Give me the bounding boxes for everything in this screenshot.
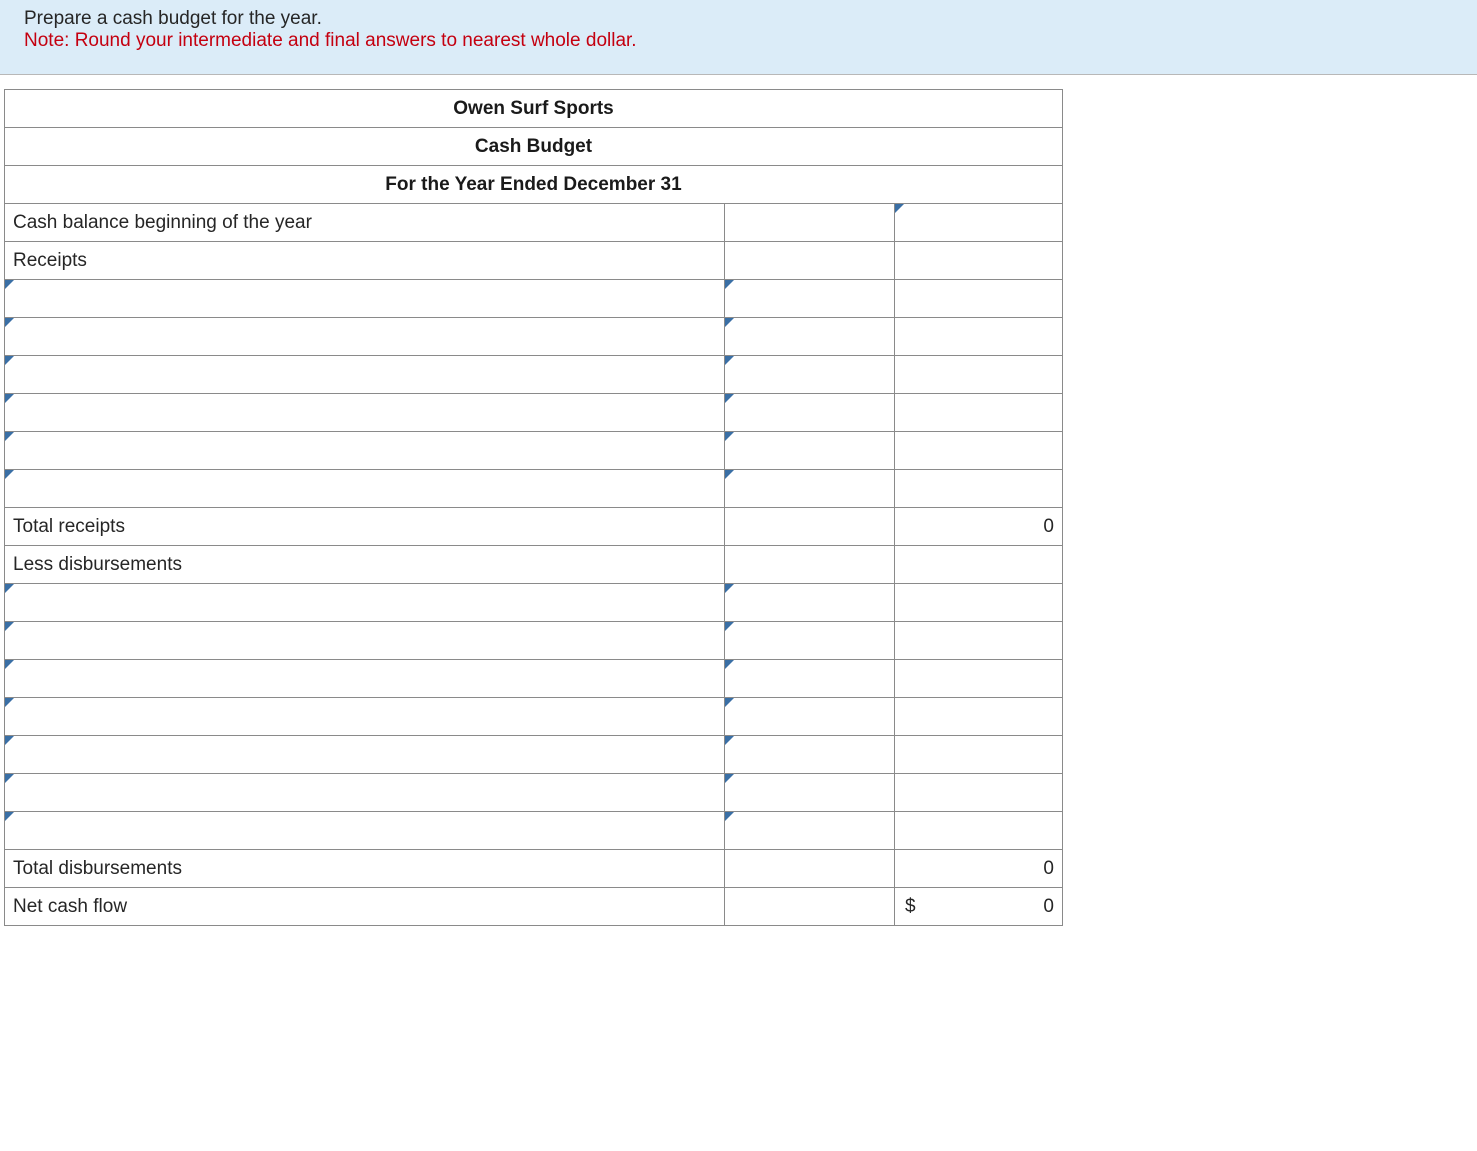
input-disb-amt-1[interactable] [725,584,895,622]
cell-blank [725,850,895,888]
instructions-panel: Prepare a cash budget for the year. Note… [0,0,1477,75]
cell-blank [895,660,1063,698]
value-total-disbursements: 0 [895,850,1063,888]
input-disb-amt-6[interactable] [725,774,895,812]
value-net-cash-flow-number: 0 [1043,896,1054,917]
input-receipt-desc-5[interactable] [5,432,725,470]
input-disb-desc-6[interactable] [5,774,725,812]
header-period: For the Year Ended December 31 [5,166,1063,204]
input-cash-balance-beginning[interactable] [895,204,1063,242]
input-disb-amt-7[interactable] [725,812,895,850]
input-disb-amt-4[interactable] [725,698,895,736]
cell-blank [725,204,895,242]
cell-blank [895,736,1063,774]
input-receipt-amt-6[interactable] [725,470,895,508]
cell-blank [895,394,1063,432]
cell-blank [895,812,1063,850]
value-net-cash-flow: $ 0 [895,888,1063,926]
row-cash-balance-beginning: Cash balance beginning of the year [5,204,725,242]
row-total-disbursements: Total disbursements [5,850,725,888]
header-company: Owen Surf Sports [5,90,1063,128]
input-receipt-amt-2[interactable] [725,318,895,356]
cell-blank [895,470,1063,508]
input-disb-amt-2[interactable] [725,622,895,660]
cell-blank [895,318,1063,356]
cell-blank [725,508,895,546]
input-receipt-desc-4[interactable] [5,394,725,432]
input-disb-desc-4[interactable] [5,698,725,736]
instruction-line-2: Note: Round your intermediate and final … [24,30,1465,52]
cell-blank [725,242,895,280]
input-disb-desc-2[interactable] [5,622,725,660]
cell-blank [895,242,1063,280]
cell-blank [725,888,895,926]
cell-blank [895,280,1063,318]
value-total-receipts: 0 [895,508,1063,546]
row-less-disbursements: Less disbursements [5,546,725,584]
cash-budget-table: Owen Surf Sports Cash Budget For the Yea… [4,89,1063,926]
input-disb-amt-3[interactable] [725,660,895,698]
cell-blank [895,584,1063,622]
input-disb-desc-1[interactable] [5,584,725,622]
cell-blank [895,698,1063,736]
cell-blank [895,432,1063,470]
input-receipt-amt-4[interactable] [725,394,895,432]
input-receipt-amt-1[interactable] [725,280,895,318]
row-receipts-label: Receipts [5,242,725,280]
cell-blank [725,546,895,584]
input-receipt-amt-3[interactable] [725,356,895,394]
row-total-receipts: Total receipts [5,508,725,546]
input-receipt-desc-1[interactable] [5,280,725,318]
input-receipt-desc-2[interactable] [5,318,725,356]
cell-blank [895,356,1063,394]
cell-blank [895,546,1063,584]
input-disb-desc-3[interactable] [5,660,725,698]
cell-blank [895,774,1063,812]
cell-blank [895,622,1063,660]
input-receipt-amt-5[interactable] [725,432,895,470]
currency-symbol: $ [905,896,916,918]
instruction-line-1: Prepare a cash budget for the year. [24,8,1465,30]
input-receipt-desc-3[interactable] [5,356,725,394]
input-disb-desc-5[interactable] [5,736,725,774]
input-disb-amt-5[interactable] [725,736,895,774]
header-title: Cash Budget [5,128,1063,166]
input-receipt-desc-6[interactable] [5,470,725,508]
row-net-cash-flow: Net cash flow [5,888,725,926]
input-disb-desc-7[interactable] [5,812,725,850]
